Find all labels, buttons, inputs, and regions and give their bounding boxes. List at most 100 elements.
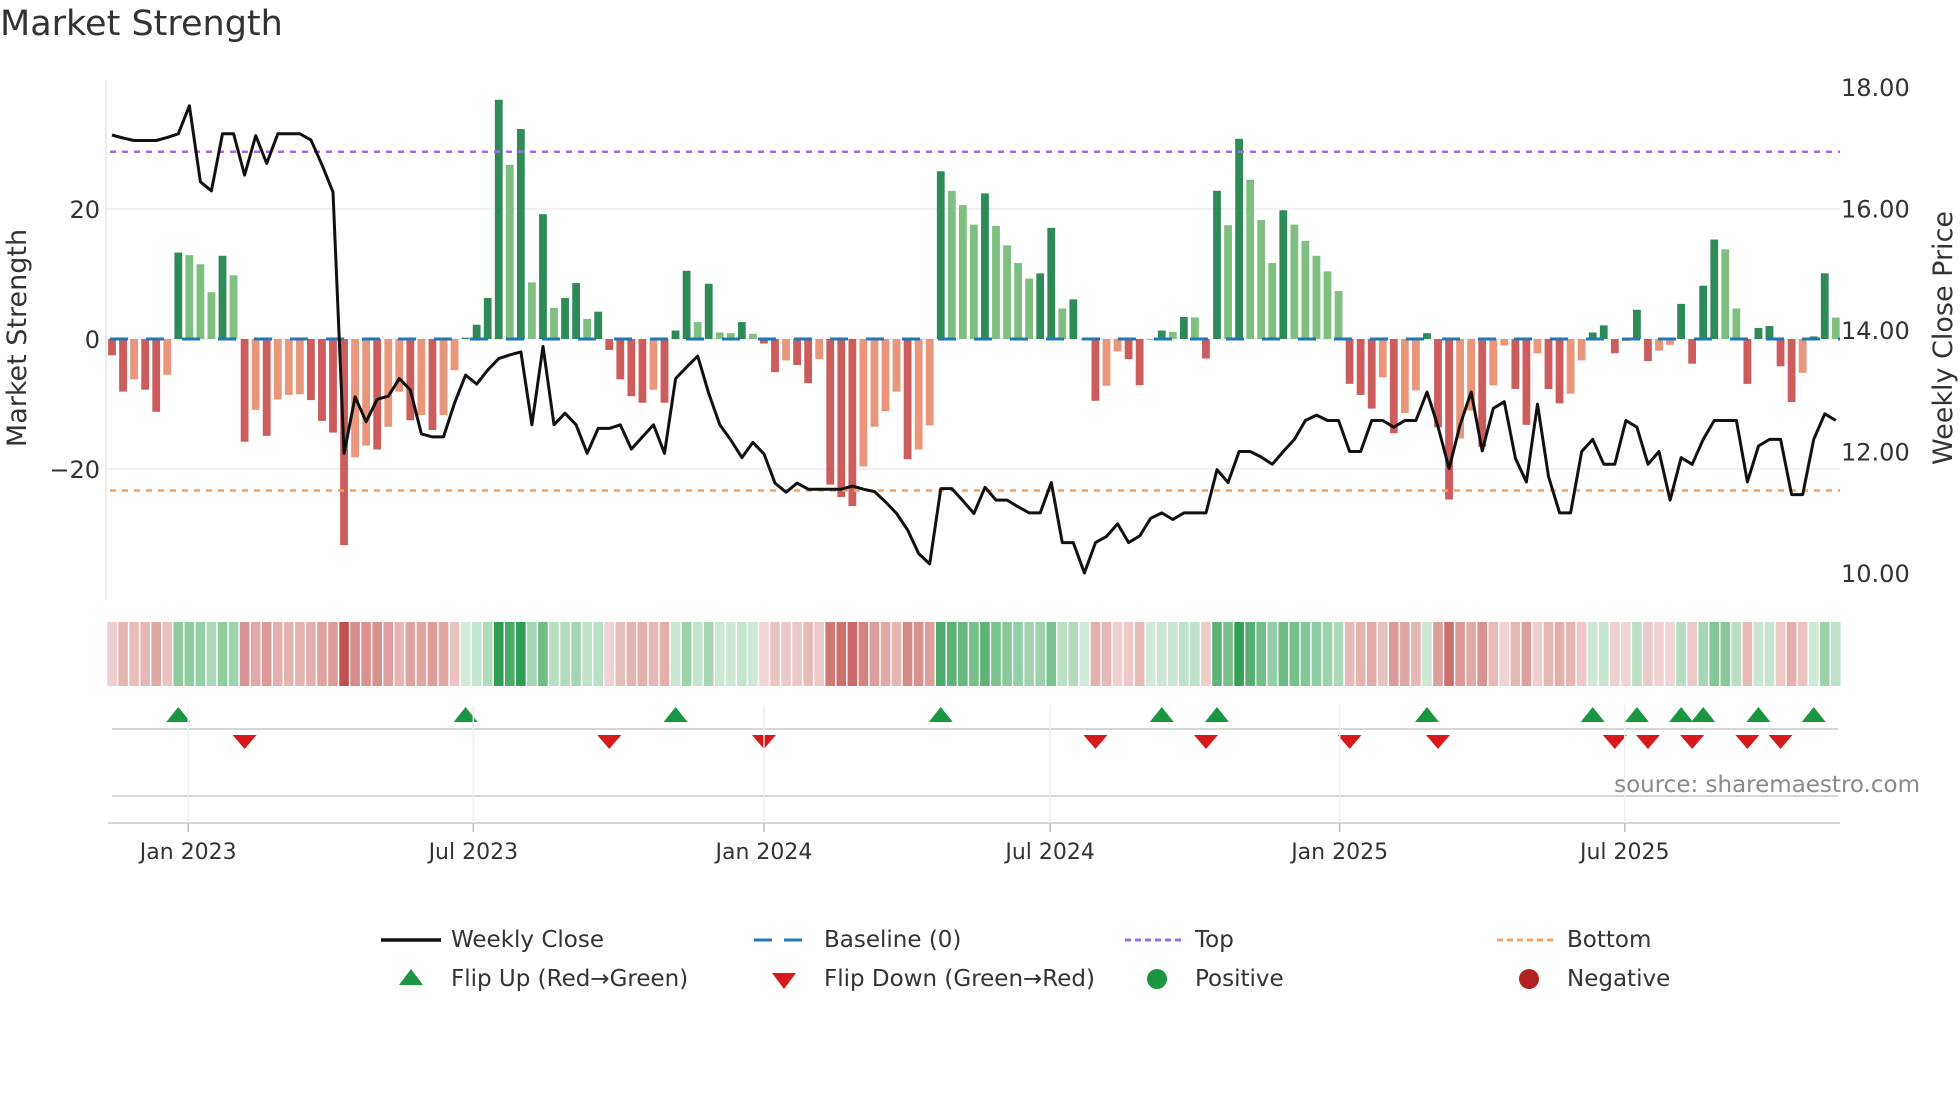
strip-cell <box>1057 622 1068 686</box>
positive-bar <box>1831 317 1840 339</box>
positive-bar <box>1710 239 1719 339</box>
strip-cell <box>1234 622 1244 686</box>
positive-bar <box>561 298 569 339</box>
positive-bar <box>1003 245 1011 339</box>
strip-cell <box>781 622 791 686</box>
strip-cell <box>1587 622 1598 686</box>
x-tick-label: Jan 2025 <box>1289 840 1388 865</box>
negative-bar <box>1688 339 1697 364</box>
positive-bar <box>1069 299 1078 339</box>
negative-bar <box>163 339 172 375</box>
strip-cell <box>549 622 559 686</box>
strip-cell <box>1101 622 1112 686</box>
strip-cell <box>1753 622 1764 686</box>
negative-bar <box>1511 339 1520 390</box>
strip-cell <box>571 622 581 686</box>
negative-bar <box>605 339 614 351</box>
strip-cell <box>107 622 117 686</box>
positive-bar <box>505 164 514 339</box>
strip-cell <box>1477 622 1487 686</box>
negative-bar <box>793 339 801 365</box>
positive-bar <box>174 252 183 339</box>
positive-bar <box>947 190 956 339</box>
positive-bar <box>528 282 536 339</box>
positive-bar <box>196 264 205 339</box>
negative-bar <box>450 339 459 371</box>
flip-down-marker <box>1426 735 1450 749</box>
strip-cell <box>1322 622 1333 686</box>
strip-cell <box>1775 622 1786 686</box>
strip-cell <box>1676 622 1686 686</box>
positive-bar <box>737 322 746 339</box>
strip-cell <box>1632 622 1642 686</box>
flip-up-marker <box>1669 707 1694 722</box>
left-axis-label: Market Strength <box>2 229 33 447</box>
positive-bar <box>1334 290 1343 339</box>
strip-cell <box>1267 622 1278 686</box>
positive-bar <box>1224 225 1232 339</box>
x-tick-label: Jul 2023 <box>427 840 519 865</box>
strip-cell <box>648 622 659 686</box>
strip-cell <box>913 622 924 686</box>
flip-up-marker <box>663 707 688 722</box>
negative-bar <box>1500 339 1509 346</box>
strip-cell <box>1366 622 1377 686</box>
flip-down-marker <box>1735 735 1760 749</box>
negative-bar <box>1389 339 1398 434</box>
strip-cell <box>1090 622 1101 686</box>
strip-cell <box>217 622 228 686</box>
strip-cell <box>516 622 526 686</box>
strip-cell <box>261 622 272 686</box>
negative-bar <box>660 339 669 403</box>
positive-bar <box>572 283 580 339</box>
negative-bar <box>329 339 337 433</box>
flip-down-marker <box>1635 735 1660 749</box>
negative-bar <box>362 339 371 446</box>
negative-bar <box>262 339 271 436</box>
strip-cell <box>1256 622 1266 686</box>
strip-cell <box>1389 622 1399 686</box>
positive-bar <box>936 171 945 339</box>
right-tick-label: 16.00 <box>1841 196 1910 224</box>
strip-cell <box>195 622 206 686</box>
strip-cell <box>1455 622 1465 686</box>
negative-bar <box>240 339 249 442</box>
strip-cell <box>836 622 847 686</box>
right-axis-label: Weekly Close Price <box>1928 211 1959 465</box>
positive-bar <box>1754 327 1763 339</box>
strip-cell <box>1377 622 1388 686</box>
right-tick-label: 18.00 <box>1841 74 1910 102</box>
strip-cell <box>416 622 427 686</box>
strip-cell <box>1212 622 1222 686</box>
positive-bar <box>1820 273 1829 339</box>
right-tick-label: 10.00 <box>1841 560 1910 588</box>
positive-bar <box>958 205 967 339</box>
negative-bar <box>318 339 326 421</box>
positive-bar <box>1732 308 1741 339</box>
strip-cell <box>250 622 261 686</box>
strip-cell <box>1654 622 1664 686</box>
negative-bar <box>638 339 647 403</box>
flip-up-marker <box>1801 707 1826 722</box>
market-strength-chart: 20 0 −20 18.00 16.00 14.00 12.00 10.00 Jan 2023… <box>2 74 1959 865</box>
strip-cell <box>306 622 316 686</box>
flip-up-marker <box>166 707 191 722</box>
strip-cell <box>803 622 813 686</box>
positive-bar <box>1213 190 1221 339</box>
source-label: source: sharemaestro.com <box>1614 772 1920 798</box>
strip-cell <box>659 622 670 686</box>
positive-bar <box>1257 220 1266 339</box>
right-tick-label: 12.00 <box>1841 439 1910 467</box>
negative-bar <box>804 339 813 384</box>
strip-cell <box>1532 622 1543 686</box>
negative-bar <box>284 339 293 395</box>
positive-bar <box>1633 309 1641 339</box>
negative-bar <box>914 339 923 450</box>
negative-bar <box>925 339 934 426</box>
strip-cell <box>1819 622 1830 686</box>
strip-cell <box>692 622 703 686</box>
strip-cell <box>1720 622 1731 686</box>
x-tick-label: Jan 2024 <box>713 840 812 865</box>
strip-cell <box>1079 622 1090 686</box>
strip-cell <box>947 622 957 686</box>
